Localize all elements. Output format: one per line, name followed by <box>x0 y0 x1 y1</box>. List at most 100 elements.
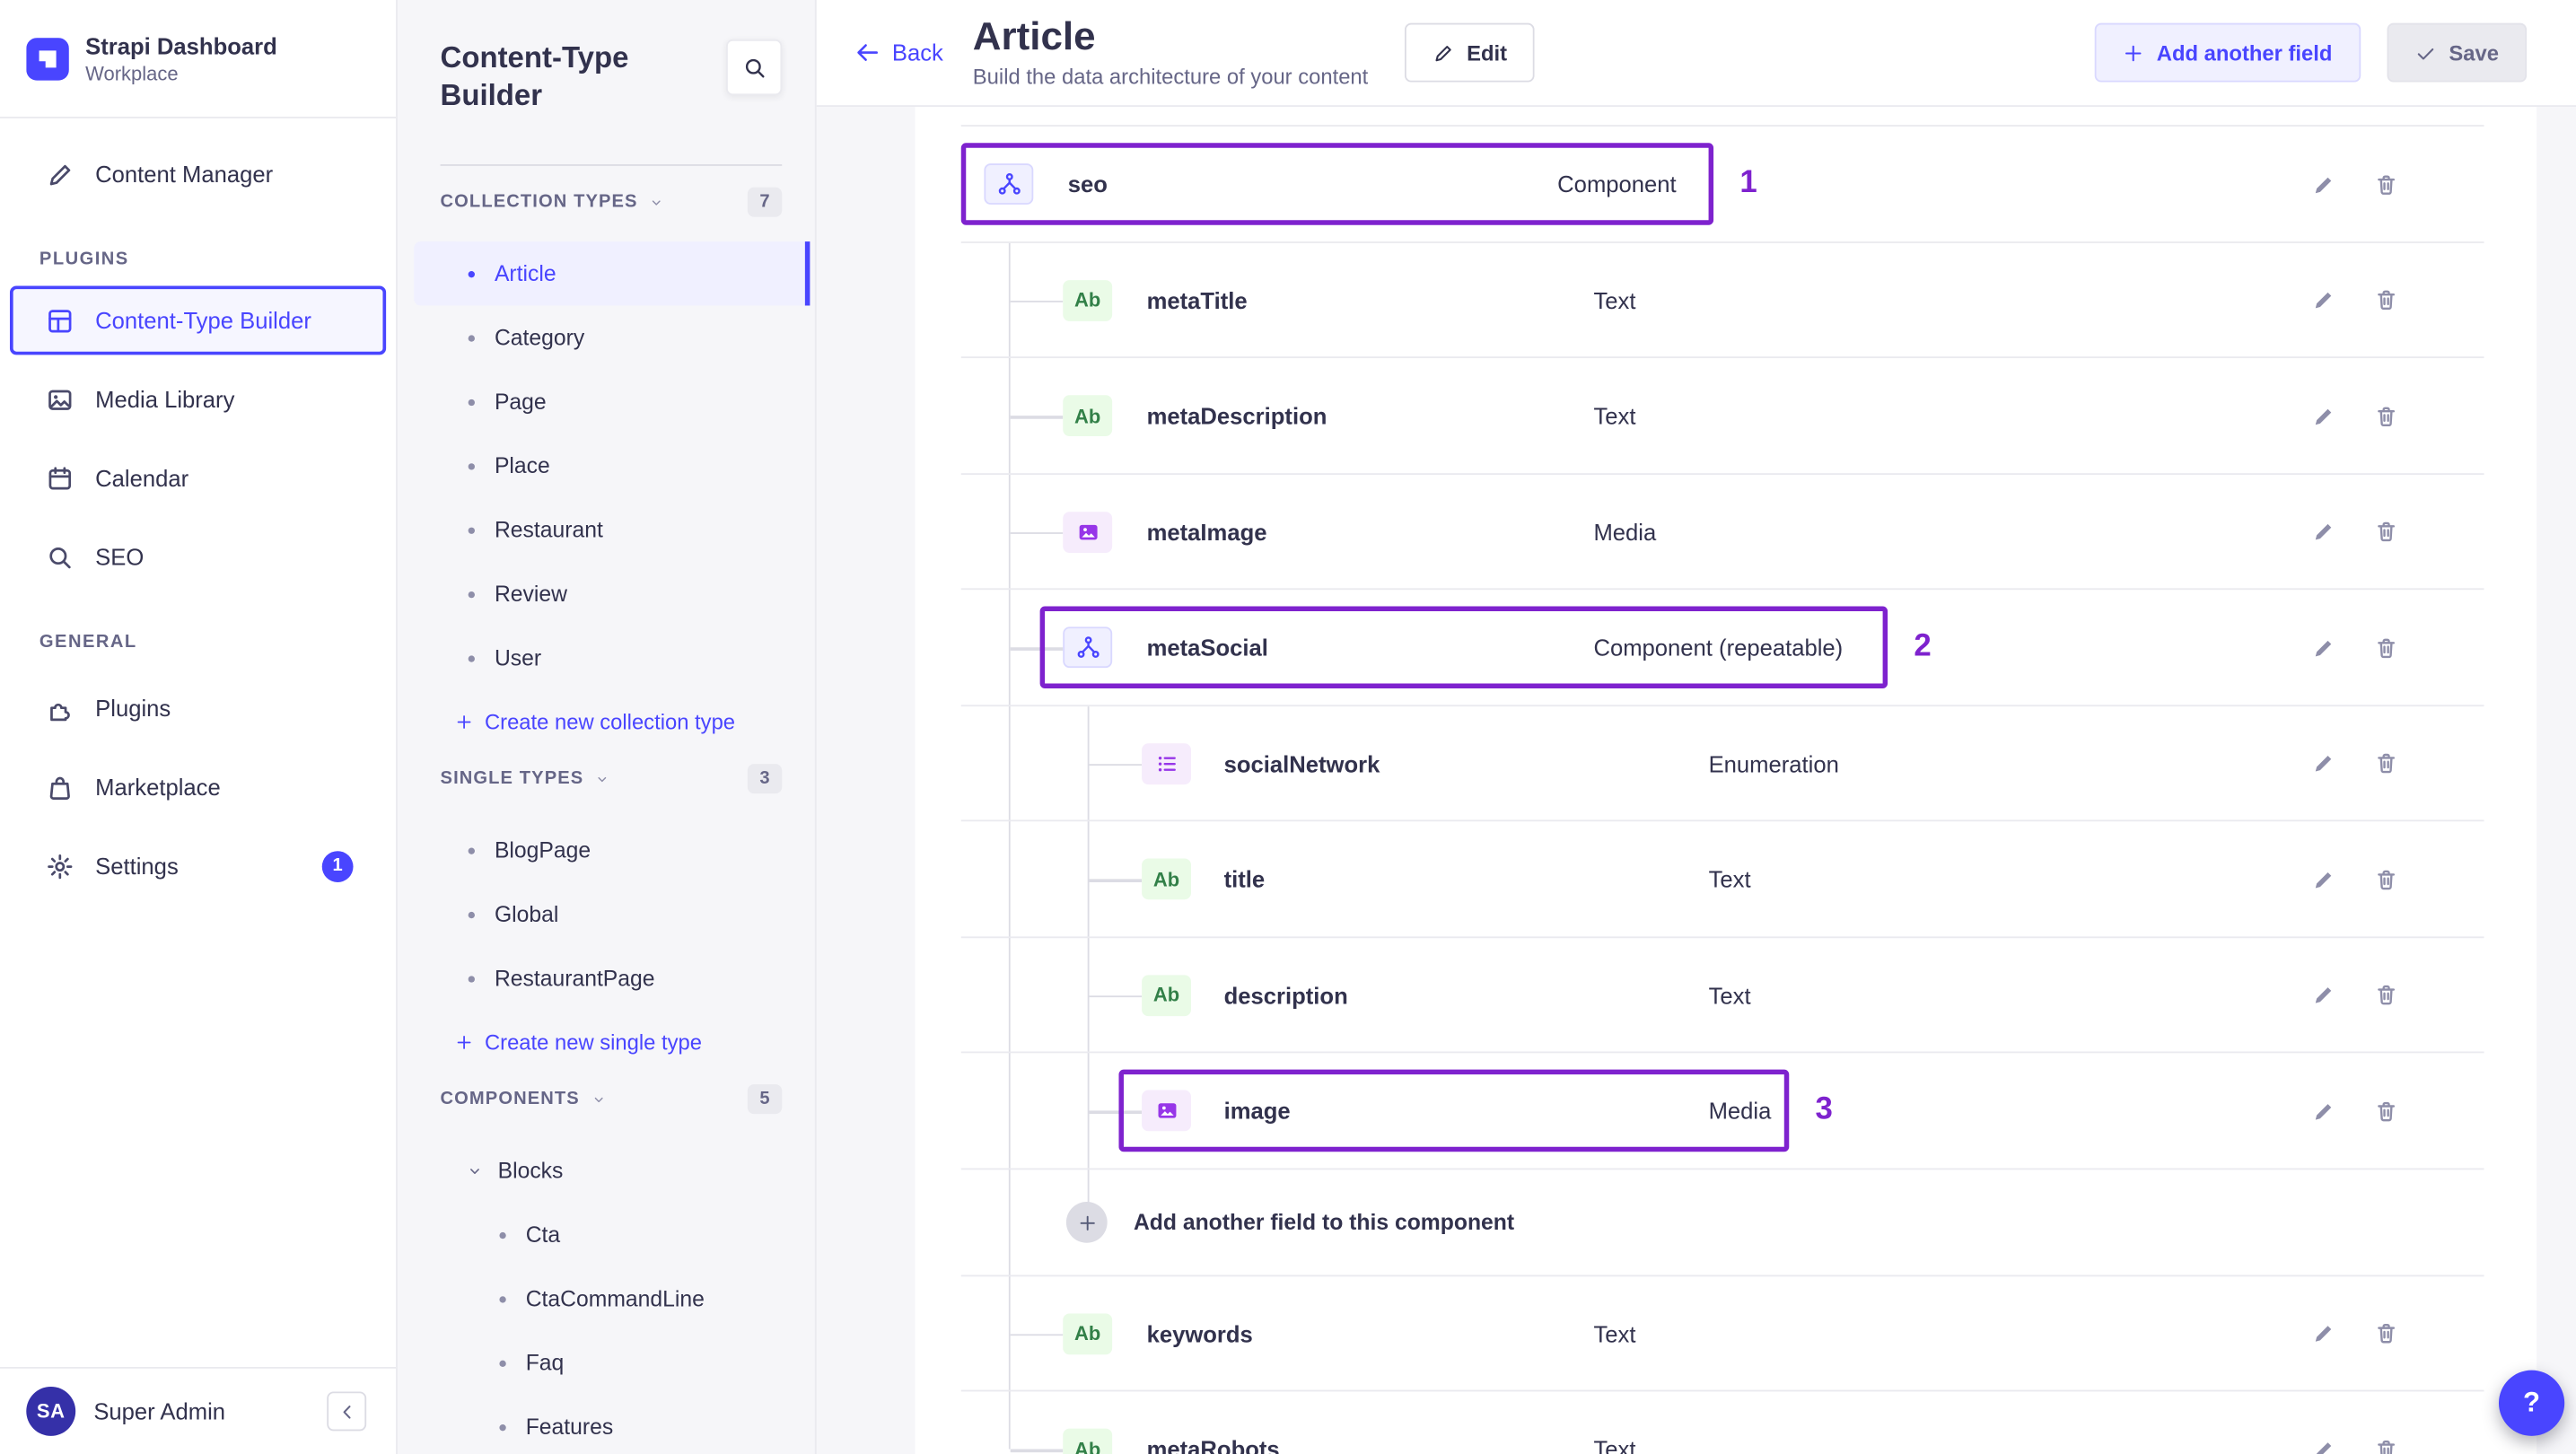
subnav-item-label: CtaCommandLine <box>525 1286 705 1311</box>
search-button[interactable] <box>726 39 783 96</box>
sidebar-item-plugins[interactable]: Plugins <box>0 669 396 748</box>
row-actions <box>2303 281 2405 320</box>
save-button[interactable]: Save <box>2386 22 2528 83</box>
gear-icon <box>46 852 74 880</box>
delete-field-button[interactable] <box>2366 1314 2405 1353</box>
row-actions <box>2303 860 2405 899</box>
add-another-field-button[interactable]: Add another field <box>2094 22 2361 83</box>
delete-field-button[interactable] <box>2366 281 2405 320</box>
subnav-section-header-collection-types[interactable]: COLLECTION TYPES 7 <box>441 186 783 219</box>
chevron-down-icon <box>595 771 609 785</box>
action-label: Create new single type <box>484 1029 703 1055</box>
delete-field-button[interactable] <box>2366 1430 2405 1454</box>
action-label: Create new collection type <box>484 708 736 734</box>
text-field-icon: Ab <box>1063 279 1113 321</box>
collapse-sidebar-button[interactable] <box>327 1391 367 1432</box>
delete-field-button[interactable] <box>2366 1091 2405 1131</box>
subnav-item-ctacommandline[interactable]: CtaCommandLine <box>414 1266 810 1330</box>
subnav-item-blogpage[interactable]: BlogPage <box>414 819 810 882</box>
fields-table: seo Component Ab metaTitle Text Ab metaDescrip… <box>915 106 2537 1454</box>
edit-field-button[interactable] <box>2303 512 2343 552</box>
delete-field-button[interactable] <box>2366 397 2405 436</box>
bullet-icon <box>468 526 475 534</box>
workspace-subtitle: Workplace <box>85 61 179 85</box>
bullet-icon <box>468 462 475 469</box>
field-name: metaSocial <box>1146 635 1268 661</box>
nav-section-label-general: GENERAL <box>39 632 137 653</box>
edit-field-button[interactable] <box>2303 628 2343 668</box>
subnav-item-features[interactable]: Features <box>414 1395 810 1454</box>
field-type: Text <box>1708 982 1751 1009</box>
add-another-field-label: Add another field <box>2156 39 2333 66</box>
sidebar-item-content-type-builder[interactable]: Content-Type Builder <box>9 285 387 355</box>
image-icon <box>46 385 74 413</box>
subnav-section-header-single-types[interactable]: SINGLE TYPES 3 <box>441 762 783 795</box>
help-button[interactable]: ? <box>2498 1370 2565 1436</box>
sidebar-item-seo[interactable]: SEO <box>0 518 396 597</box>
subnav-item-restaurant[interactable]: Restaurant <box>414 498 810 562</box>
plus-icon <box>455 1032 473 1050</box>
sidebar-nav: Content Manager PLUGINS Content-Type Build… <box>0 118 396 1367</box>
sidebar-item-label: Content-Type Builder <box>95 307 311 334</box>
subnav-item-place[interactable]: Place <box>414 434 810 497</box>
row-actions <box>2303 1314 2405 1353</box>
row-actions <box>2303 744 2405 784</box>
edit-field-button[interactable] <box>2303 1091 2343 1131</box>
delete-field-button[interactable] <box>2366 976 2405 1015</box>
subnav-sections: COLLECTION TYPES 7 Article Category Page Plac… <box>414 186 810 1454</box>
subnav-item-list: BlogPage Global RestaurantPage <box>441 819 783 1011</box>
add-field-to-component-label[interactable]: Add another field to this component <box>1134 1210 1514 1234</box>
edit-field-button[interactable] <box>2303 165 2343 205</box>
main-sidebar: Strapi Dashboard Workplace Content Manag… <box>0 0 398 1454</box>
sidebar-item-marketplace[interactable]: Marketplace <box>0 748 396 827</box>
edit-field-button[interactable] <box>2303 860 2343 899</box>
create-new-collection-type-link[interactable]: Create new collection type <box>441 690 783 753</box>
subnav-item-review[interactable]: Review <box>414 562 810 626</box>
subnav-item-user[interactable]: User <box>414 626 810 689</box>
edit-field-button[interactable] <box>2303 1314 2343 1353</box>
section-label: SINGLE TYPES <box>440 768 584 789</box>
delete-field-button[interactable] <box>2366 628 2405 668</box>
subnav-item-page[interactable]: Page <box>414 370 810 434</box>
subnav-group-blocks[interactable]: Blocks <box>441 1139 783 1203</box>
field-type: Text <box>1593 1320 1636 1347</box>
delete-field-button[interactable] <box>2366 512 2405 552</box>
add-field-to-component-button[interactable] <box>1065 1202 1108 1243</box>
edit-field-button[interactable] <box>2303 397 2343 436</box>
subnav-item-cta[interactable]: Cta <box>414 1203 810 1266</box>
component-glyph-icon <box>1075 635 1100 660</box>
subnav-item-global[interactable]: Global <box>414 882 810 946</box>
field-name: metaRobots <box>1146 1436 1280 1454</box>
text-field-icon: Ab <box>1063 1429 1113 1454</box>
delete-field-button[interactable] <box>2366 744 2405 784</box>
arrow-left-icon <box>854 39 881 66</box>
subnav-item-label: RestaurantPage <box>494 966 655 991</box>
delete-field-button[interactable] <box>2366 165 2405 205</box>
subnav-section-header-components[interactable]: COMPONENTS 5 <box>441 1082 783 1116</box>
edit-button[interactable]: Edit <box>1404 22 1536 83</box>
sidebar-item-media-library[interactable]: Media Library <box>0 360 396 439</box>
subnav-item-label: BlogPage <box>494 837 591 863</box>
edit-field-button[interactable] <box>2303 976 2343 1015</box>
sidebar-item-label: Marketplace <box>95 774 221 801</box>
subnav-item-faq[interactable]: Faq <box>414 1331 810 1395</box>
field-name: metaTitle <box>1146 286 1248 314</box>
sidebar-item-content-manager[interactable]: Content Manager <box>0 135 396 214</box>
delete-field-button[interactable] <box>2366 860 2405 899</box>
sidebar-item-settings[interactable]: Settings 1 <box>0 827 396 906</box>
edit-field-button[interactable] <box>2303 281 2343 320</box>
subnav-item-category[interactable]: Category <box>414 305 810 369</box>
field-row-metatitle: Ab metaTitle Text <box>916 242 2537 358</box>
avatar[interactable]: SA <box>26 1386 76 1436</box>
workspace-switcher[interactable]: Strapi Dashboard Workplace <box>0 0 397 118</box>
edit-field-button[interactable] <box>2303 1430 2343 1454</box>
back-link[interactable]: Back <box>854 39 943 66</box>
subnav-item-label: Place <box>494 453 550 478</box>
edit-field-button[interactable] <box>2303 744 2343 784</box>
create-new-single-type-link[interactable]: Create new single type <box>441 1011 783 1073</box>
sidebar-item-calendar[interactable]: Calendar <box>0 439 396 518</box>
subnav-item-restaurantpage[interactable]: RestaurantPage <box>414 946 810 1010</box>
sidebar-item-label: Settings <box>95 853 179 880</box>
subnav-item-article[interactable]: Article <box>414 241 810 306</box>
puzzle-icon <box>46 694 74 722</box>
